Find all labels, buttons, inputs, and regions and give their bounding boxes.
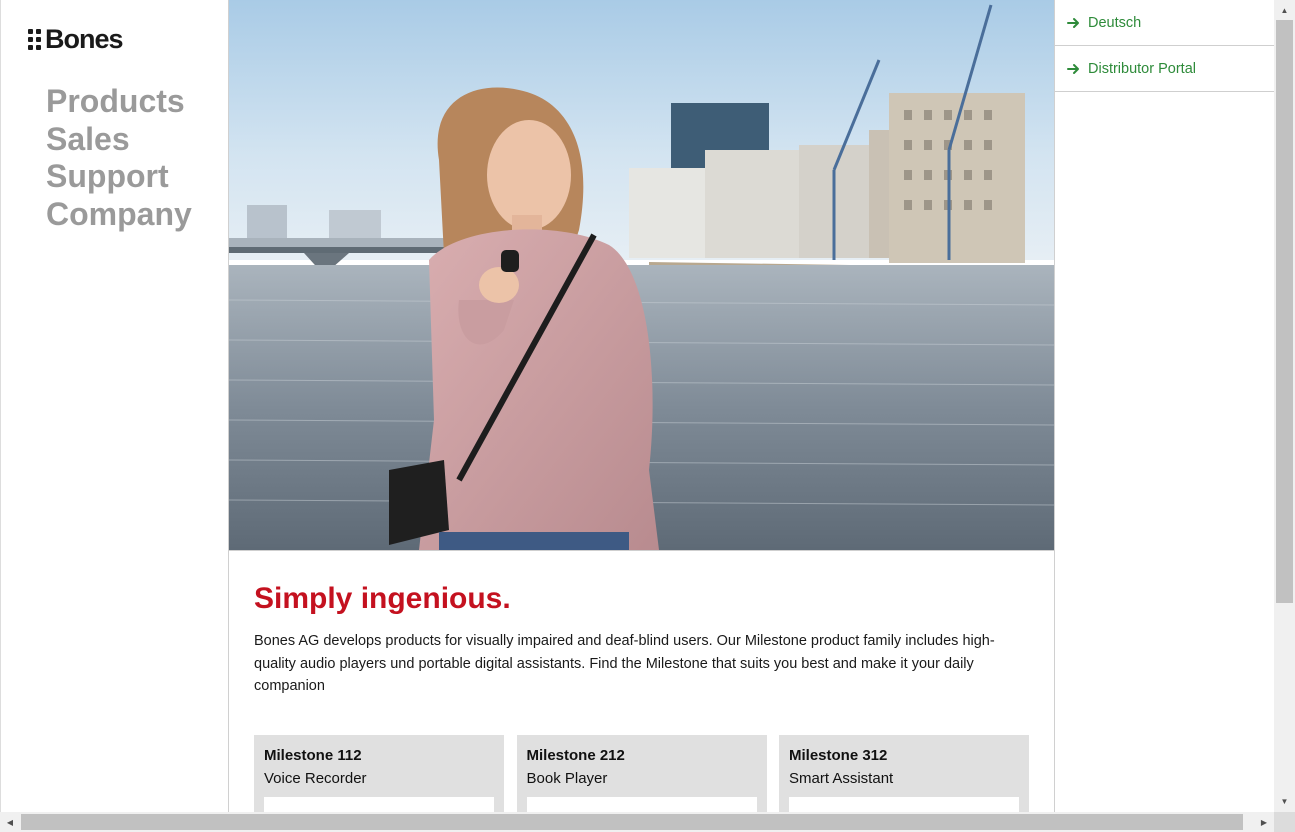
bones-logo[interactable]: Bones bbox=[28, 23, 124, 54]
right-sidebar: Deutsch Distributor Portal bbox=[1055, 0, 1274, 812]
vertical-scrollbar[interactable]: ▲ ▼ bbox=[1274, 0, 1295, 812]
link-deutsch[interactable]: Deutsch bbox=[1055, 0, 1274, 46]
product-cards: Milestone 112 Voice Recorder Milestone 2… bbox=[254, 735, 1042, 812]
nav-item-company[interactable]: Company bbox=[46, 196, 192, 234]
link-distributor-portal[interactable]: Distributor Portal bbox=[1055, 46, 1274, 92]
product-card-description: Smart Assistant bbox=[789, 770, 894, 787]
product-card-milestone-212[interactable]: Milestone 212 Book Player bbox=[516, 735, 767, 812]
product-card-description: Book Player bbox=[526, 770, 608, 787]
scrollbar-corner bbox=[1274, 812, 1295, 832]
product-card-image bbox=[264, 797, 494, 812]
product-card-image bbox=[789, 797, 1019, 812]
scroll-right-icon[interactable]: ▶ bbox=[1254, 812, 1274, 832]
page-headline: Simply ingenious. bbox=[254, 582, 511, 615]
vertical-scrollbar-thumb[interactable] bbox=[1276, 20, 1293, 603]
scroll-up-icon[interactable]: ▲ bbox=[1274, 2, 1295, 19]
logo-dots-icon bbox=[28, 28, 41, 50]
scroll-left-icon[interactable]: ◀ bbox=[0, 812, 20, 832]
intro-paragraph: Bones AG develops products for visually … bbox=[254, 633, 995, 694]
page-viewport: Bones Products Sales Support Company Sim… bbox=[0, 0, 1274, 812]
hero-image bbox=[229, 0, 1054, 550]
product-card-description: Voice Recorder bbox=[264, 770, 367, 787]
horizontal-scrollbar[interactable]: ◀ ▶ bbox=[0, 812, 1274, 832]
link-label: Deutsch bbox=[1088, 14, 1142, 31]
scroll-down-icon[interactable]: ▼ bbox=[1274, 793, 1295, 810]
nav-item-products[interactable]: Products bbox=[46, 83, 192, 121]
main-nav: Products Sales Support Company bbox=[46, 83, 192, 233]
product-card-image bbox=[526, 797, 757, 812]
product-card-title: Milestone 112 bbox=[264, 747, 362, 764]
hero-divider bbox=[229, 550, 1054, 551]
product-card-milestone-112[interactable]: Milestone 112 Voice Recorder bbox=[254, 735, 504, 812]
product-card-title: Milestone 312 bbox=[789, 747, 888, 764]
logo-text: Bones bbox=[45, 23, 124, 54]
link-label: Distributor Portal bbox=[1088, 60, 1196, 77]
nav-item-support[interactable]: Support bbox=[46, 158, 192, 196]
horizontal-scrollbar-thumb[interactable] bbox=[21, 814, 1243, 830]
product-card-milestone-312[interactable]: Milestone 312 Smart Assistant bbox=[779, 735, 1029, 812]
left-sidebar: Bones Products Sales Support Company bbox=[0, 0, 229, 812]
arrow-right-icon bbox=[1067, 17, 1079, 28]
nav-item-sales[interactable]: Sales bbox=[46, 121, 192, 159]
main-content: Simply ingenious. Bones AG develops prod… bbox=[229, 0, 1055, 812]
product-card-title: Milestone 212 bbox=[526, 747, 625, 764]
arrow-right-icon bbox=[1067, 63, 1079, 74]
